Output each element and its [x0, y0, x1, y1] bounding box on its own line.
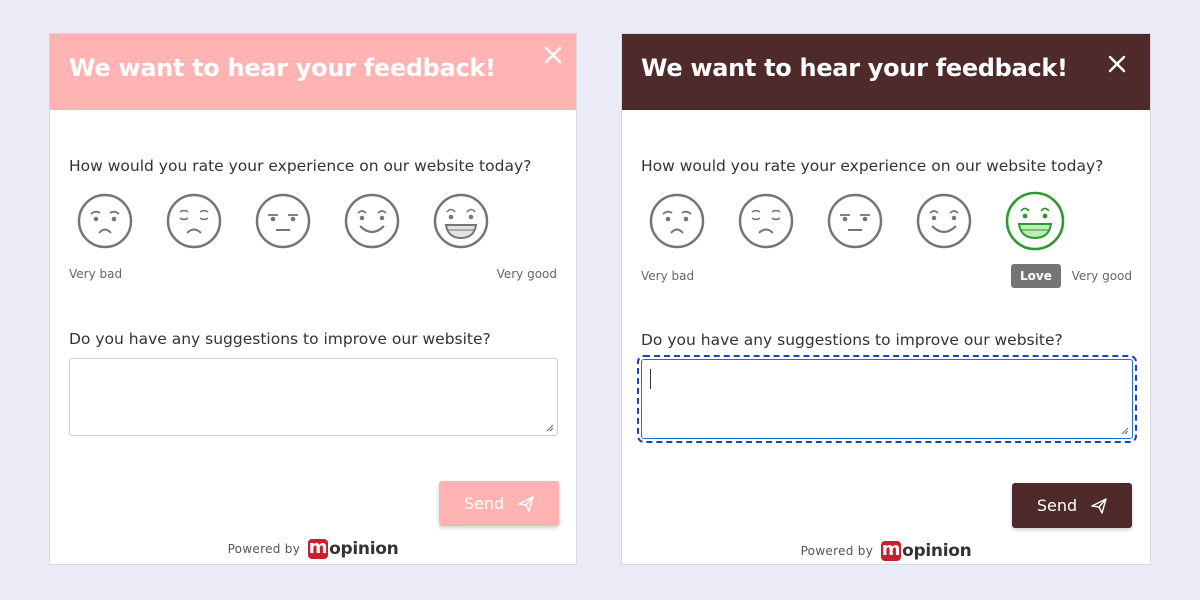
- scale-high-label: Very good: [1071, 269, 1132, 283]
- powered-by-text: Powered by: [227, 542, 301, 556]
- resize-grip-icon[interactable]: [546, 424, 554, 432]
- powered-by-text: Powered by: [800, 544, 874, 558]
- send-button[interactable]: Send: [439, 481, 559, 526]
- brand-name: opinion: [902, 541, 972, 561]
- panel-title: We want to hear your feedback!: [69, 54, 496, 82]
- powered-by: Powered by m opinion: [622, 541, 1150, 561]
- very-bad-face-icon[interactable]: [648, 192, 706, 250]
- panel-header: We want to hear your feedback!: [50, 34, 576, 110]
- scale-low-label: Very bad: [641, 269, 695, 283]
- mopinion-logo[interactable]: m opinion: [881, 539, 972, 561]
- love-face-icon[interactable]: [432, 192, 490, 250]
- scale-high-label: Very good: [496, 267, 557, 281]
- send-label: Send: [463, 494, 505, 513]
- scale-low-label: Very bad: [69, 267, 123, 281]
- bad-face-icon[interactable]: [165, 192, 223, 250]
- brand-mark: m: [308, 537, 329, 559]
- feedback-panel-left: We want to hear your feedback! How would…: [49, 33, 577, 565]
- good-face-icon[interactable]: [915, 192, 973, 250]
- mopinion-logo[interactable]: m opinion: [308, 537, 399, 559]
- text-cursor: [650, 369, 651, 389]
- brand-mark: m: [881, 539, 902, 561]
- close-icon[interactable]: [1106, 53, 1128, 75]
- rating-question: How would you rate your experience on ou…: [641, 157, 1104, 175]
- rating-faces: [76, 192, 556, 252]
- rating-question: How would you rate your experience on ou…: [69, 157, 532, 175]
- neutral-face-icon[interactable]: [254, 192, 312, 250]
- send-button[interactable]: Send: [1012, 483, 1132, 528]
- resize-grip-icon[interactable]: [1121, 427, 1129, 435]
- very-bad-face-icon[interactable]: [76, 192, 134, 250]
- love-face-icon-selected[interactable]: [1004, 190, 1066, 252]
- neutral-face-icon[interactable]: [826, 192, 884, 250]
- bad-face-icon[interactable]: [737, 192, 795, 250]
- suggestions-question: Do you have any suggestions to improve o…: [641, 331, 1063, 349]
- rating-faces: [648, 190, 1128, 252]
- suggestions-question: Do you have any suggestions to improve o…: [69, 330, 491, 348]
- panel-header: We want to hear your feedback!: [622, 34, 1150, 110]
- powered-by: Powered by m opinion: [50, 539, 576, 559]
- brand-name: opinion: [329, 539, 399, 559]
- suggestions-textarea[interactable]: [69, 358, 558, 436]
- feedback-panel-right: We want to hear your feedback! How would…: [621, 33, 1151, 565]
- rating-tooltip: Love: [1011, 264, 1061, 288]
- suggestions-textarea-focused[interactable]: [637, 355, 1137, 443]
- paper-plane-icon: [1091, 497, 1107, 514]
- send-label: Send: [1036, 496, 1078, 515]
- good-face-icon[interactable]: [343, 192, 401, 250]
- paper-plane-icon: [518, 495, 534, 512]
- panel-title: We want to hear your feedback!: [641, 54, 1068, 82]
- close-icon[interactable]: [542, 44, 564, 66]
